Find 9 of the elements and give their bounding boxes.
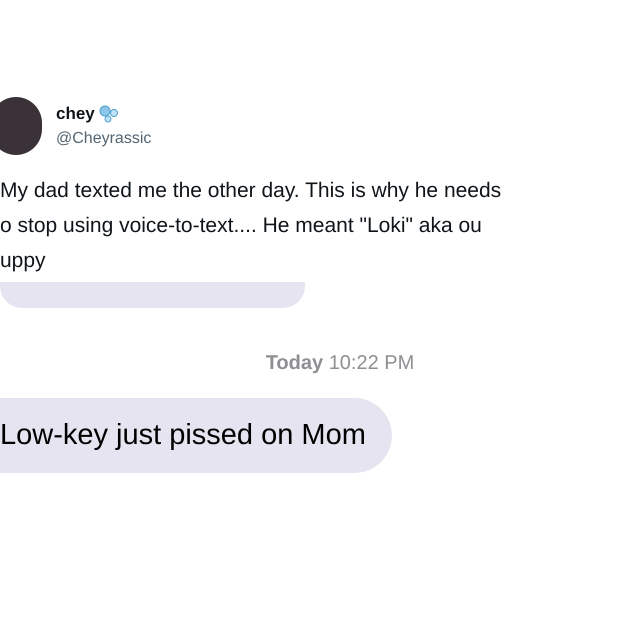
timestamp: Today 10:22 PM	[266, 351, 414, 376]
tweet-text-line: o stop using voice-to-text.... He meant "Loki" aka ou	[0, 213, 483, 239]
author-handle: @Cheyrassic	[56, 128, 152, 149]
bubbles-icon	[98, 105, 119, 123]
author-name: chey	[56, 103, 95, 126]
tweet-text-line: My dad texted me the other day. This is why he needs	[0, 178, 502, 204]
tweet-text-line: uppy	[0, 248, 47, 274]
message-bubble: Low-key just pissed on Mom	[0, 398, 392, 473]
avatar	[0, 97, 42, 155]
